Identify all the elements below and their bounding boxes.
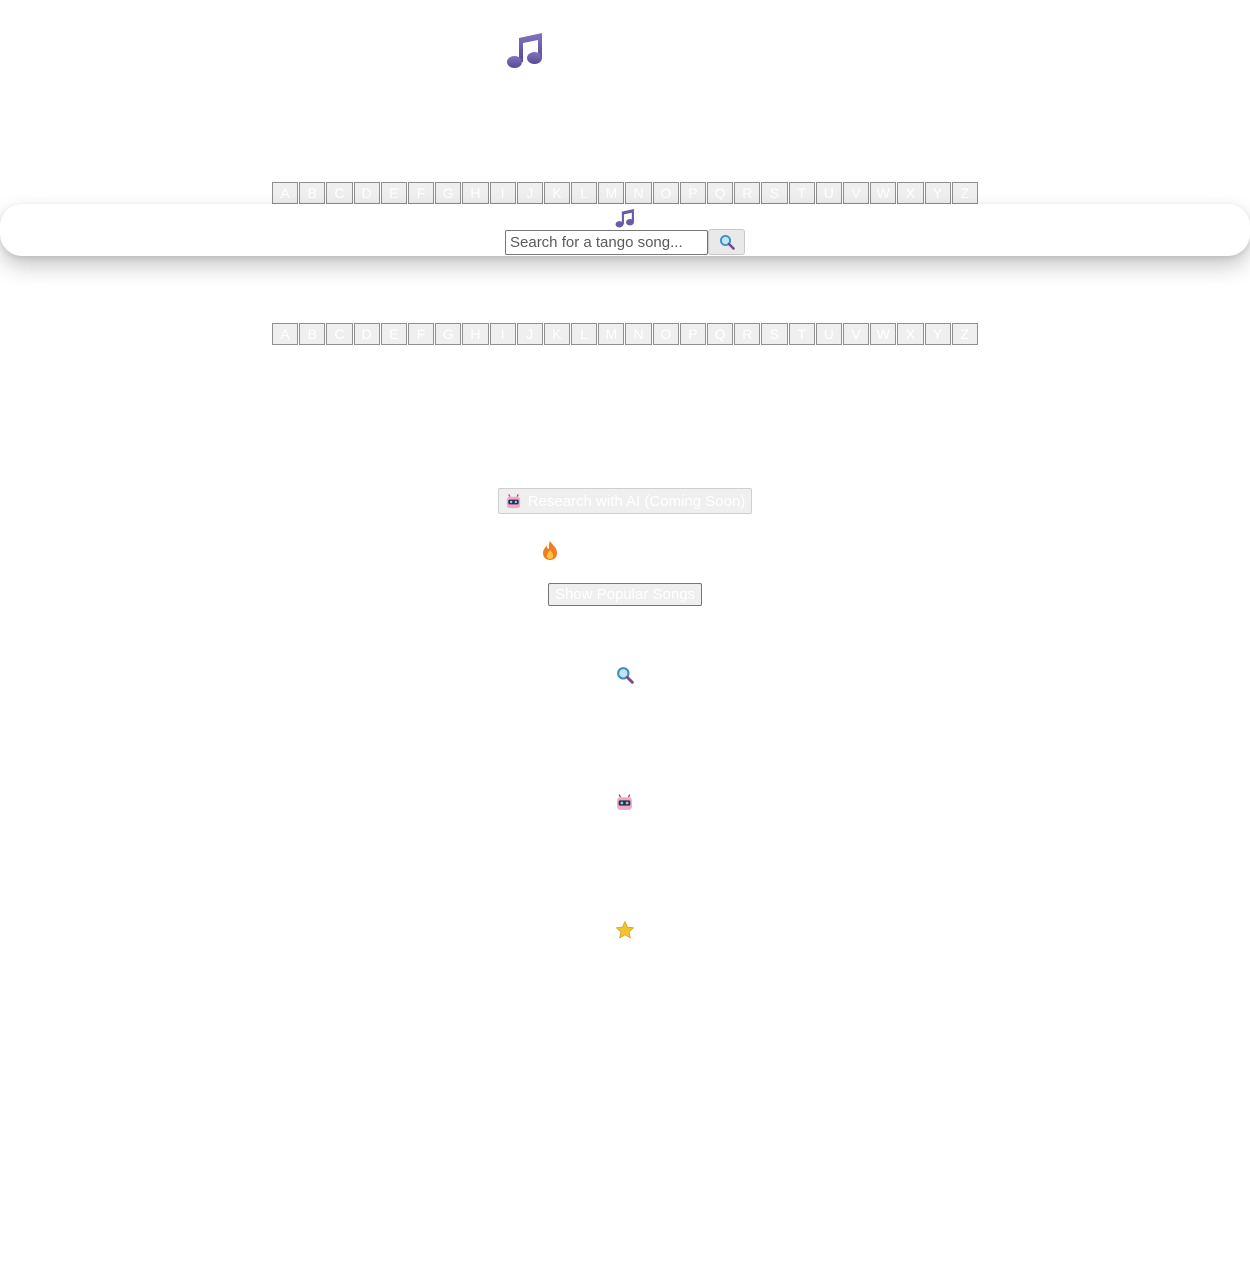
music-note-logo-icon (507, 33, 542, 68)
top-alphabet-letter-h-button[interactable]: H (462, 182, 489, 204)
search-icon (617, 667, 634, 684)
fire-icon (543, 541, 557, 560)
top-alphabet-letter-m-button[interactable]: M (598, 182, 625, 204)
star-icon (616, 921, 634, 939)
alphabet-letter-b-button[interactable]: B (299, 323, 326, 345)
search-icon (719, 235, 735, 250)
alphabet-nav: ABCDEFGHIJKLMNOPQRSTUVWXYZ (272, 323, 978, 345)
top-alphabet-letter-s-button[interactable]: S (761, 182, 788, 204)
alphabet-letter-n-button[interactable]: N (625, 323, 652, 345)
top-alphabet-letter-v-button[interactable]: V (842, 182, 870, 204)
search-input[interactable] (505, 230, 708, 255)
top-alphabet-letter-q-button[interactable]: Q (707, 182, 734, 204)
alphabet-nav-top: ABCDEFGHIJKLMNOPQRSTUVWXYZ (272, 182, 978, 204)
top-alphabet-letter-j-button[interactable]: J (516, 182, 543, 204)
top-alphabet-letter-g-button[interactable]: G (435, 182, 462, 204)
search-button[interactable] (708, 229, 745, 255)
top-alphabet-letter-u-button[interactable]: U (815, 182, 842, 204)
robot-icon (506, 493, 520, 508)
alphabet-letter-f-button[interactable]: F (407, 323, 435, 345)
top-alphabet-letter-y-button[interactable]: Y (924, 182, 951, 204)
top-alphabet-letter-e-button[interactable]: E (380, 182, 407, 204)
top-alphabet-letter-l-button[interactable]: L (571, 182, 598, 204)
alphabet-letter-k-button[interactable]: K (543, 323, 571, 345)
alphabet-letter-h-button[interactable]: H (462, 323, 489, 345)
alphabet-letter-p-button[interactable]: P (679, 323, 706, 345)
top-alphabet-letter-f-button[interactable]: F (407, 182, 435, 204)
top-alphabet-letter-p-button[interactable]: P (679, 182, 706, 204)
alphabet-letter-s-button[interactable]: S (761, 323, 788, 345)
top-alphabet-letter-o-button[interactable]: O (652, 182, 679, 204)
alphabet-letter-m-button[interactable]: M (598, 323, 625, 345)
music-note-icon (615, 209, 634, 228)
top-alphabet-letter-a-button[interactable]: A (272, 182, 299, 204)
top-alphabet-letter-b-button[interactable]: B (299, 182, 326, 204)
alphabet-letter-x-button[interactable]: X (897, 323, 924, 345)
top-alphabet-letter-i-button[interactable]: I (489, 182, 516, 204)
alphabet-letter-g-button[interactable]: G (435, 323, 462, 345)
top-alphabet-letter-x-button[interactable]: X (897, 182, 924, 204)
alphabet-letter-w-button[interactable]: W (870, 323, 897, 345)
alphabet-letter-a-button[interactable]: A (272, 323, 299, 345)
top-alphabet-letter-n-button[interactable]: N (625, 182, 652, 204)
top-alphabet-letter-t-button[interactable]: T (788, 182, 815, 204)
alphabet-letter-c-button[interactable]: C (326, 323, 353, 345)
top-alphabet-letter-w-button[interactable]: W (870, 182, 897, 204)
research-ai-label: Research with AI (Coming Soon) (527, 492, 746, 510)
top-alphabet-letter-z-button[interactable]: Z (951, 182, 978, 204)
alphabet-letter-j-button[interactable]: J (516, 323, 543, 345)
alphabet-letter-l-button[interactable]: L (571, 323, 598, 345)
alphabet-letter-r-button[interactable]: R (734, 323, 761, 345)
alphabet-letter-i-button[interactable]: I (489, 323, 516, 345)
alphabet-letter-o-button[interactable]: O (652, 323, 679, 345)
alphabet-letter-q-button[interactable]: Q (707, 323, 734, 345)
top-alphabet-letter-r-button[interactable]: R (734, 182, 761, 204)
research-ai-button[interactable]: Research with AI (Coming Soon) (498, 488, 752, 514)
robot-icon (617, 794, 632, 810)
show-popular-songs-button[interactable]: Show Popular Songs (548, 583, 702, 606)
alphabet-letter-e-button[interactable]: E (380, 323, 407, 345)
top-alphabet-letter-d-button[interactable]: D (353, 182, 380, 204)
alphabet-letter-d-button[interactable]: D (353, 323, 380, 345)
top-alphabet-letter-k-button[interactable]: K (543, 182, 571, 204)
alphabet-letter-v-button[interactable]: V (842, 323, 870, 345)
alphabet-letter-z-button[interactable]: Z (951, 323, 978, 345)
alphabet-letter-t-button[interactable]: T (788, 323, 815, 345)
alphabet-letter-u-button[interactable]: U (815, 323, 842, 345)
top-alphabet-letter-c-button[interactable]: C (326, 182, 353, 204)
alphabet-letter-y-button[interactable]: Y (924, 323, 951, 345)
